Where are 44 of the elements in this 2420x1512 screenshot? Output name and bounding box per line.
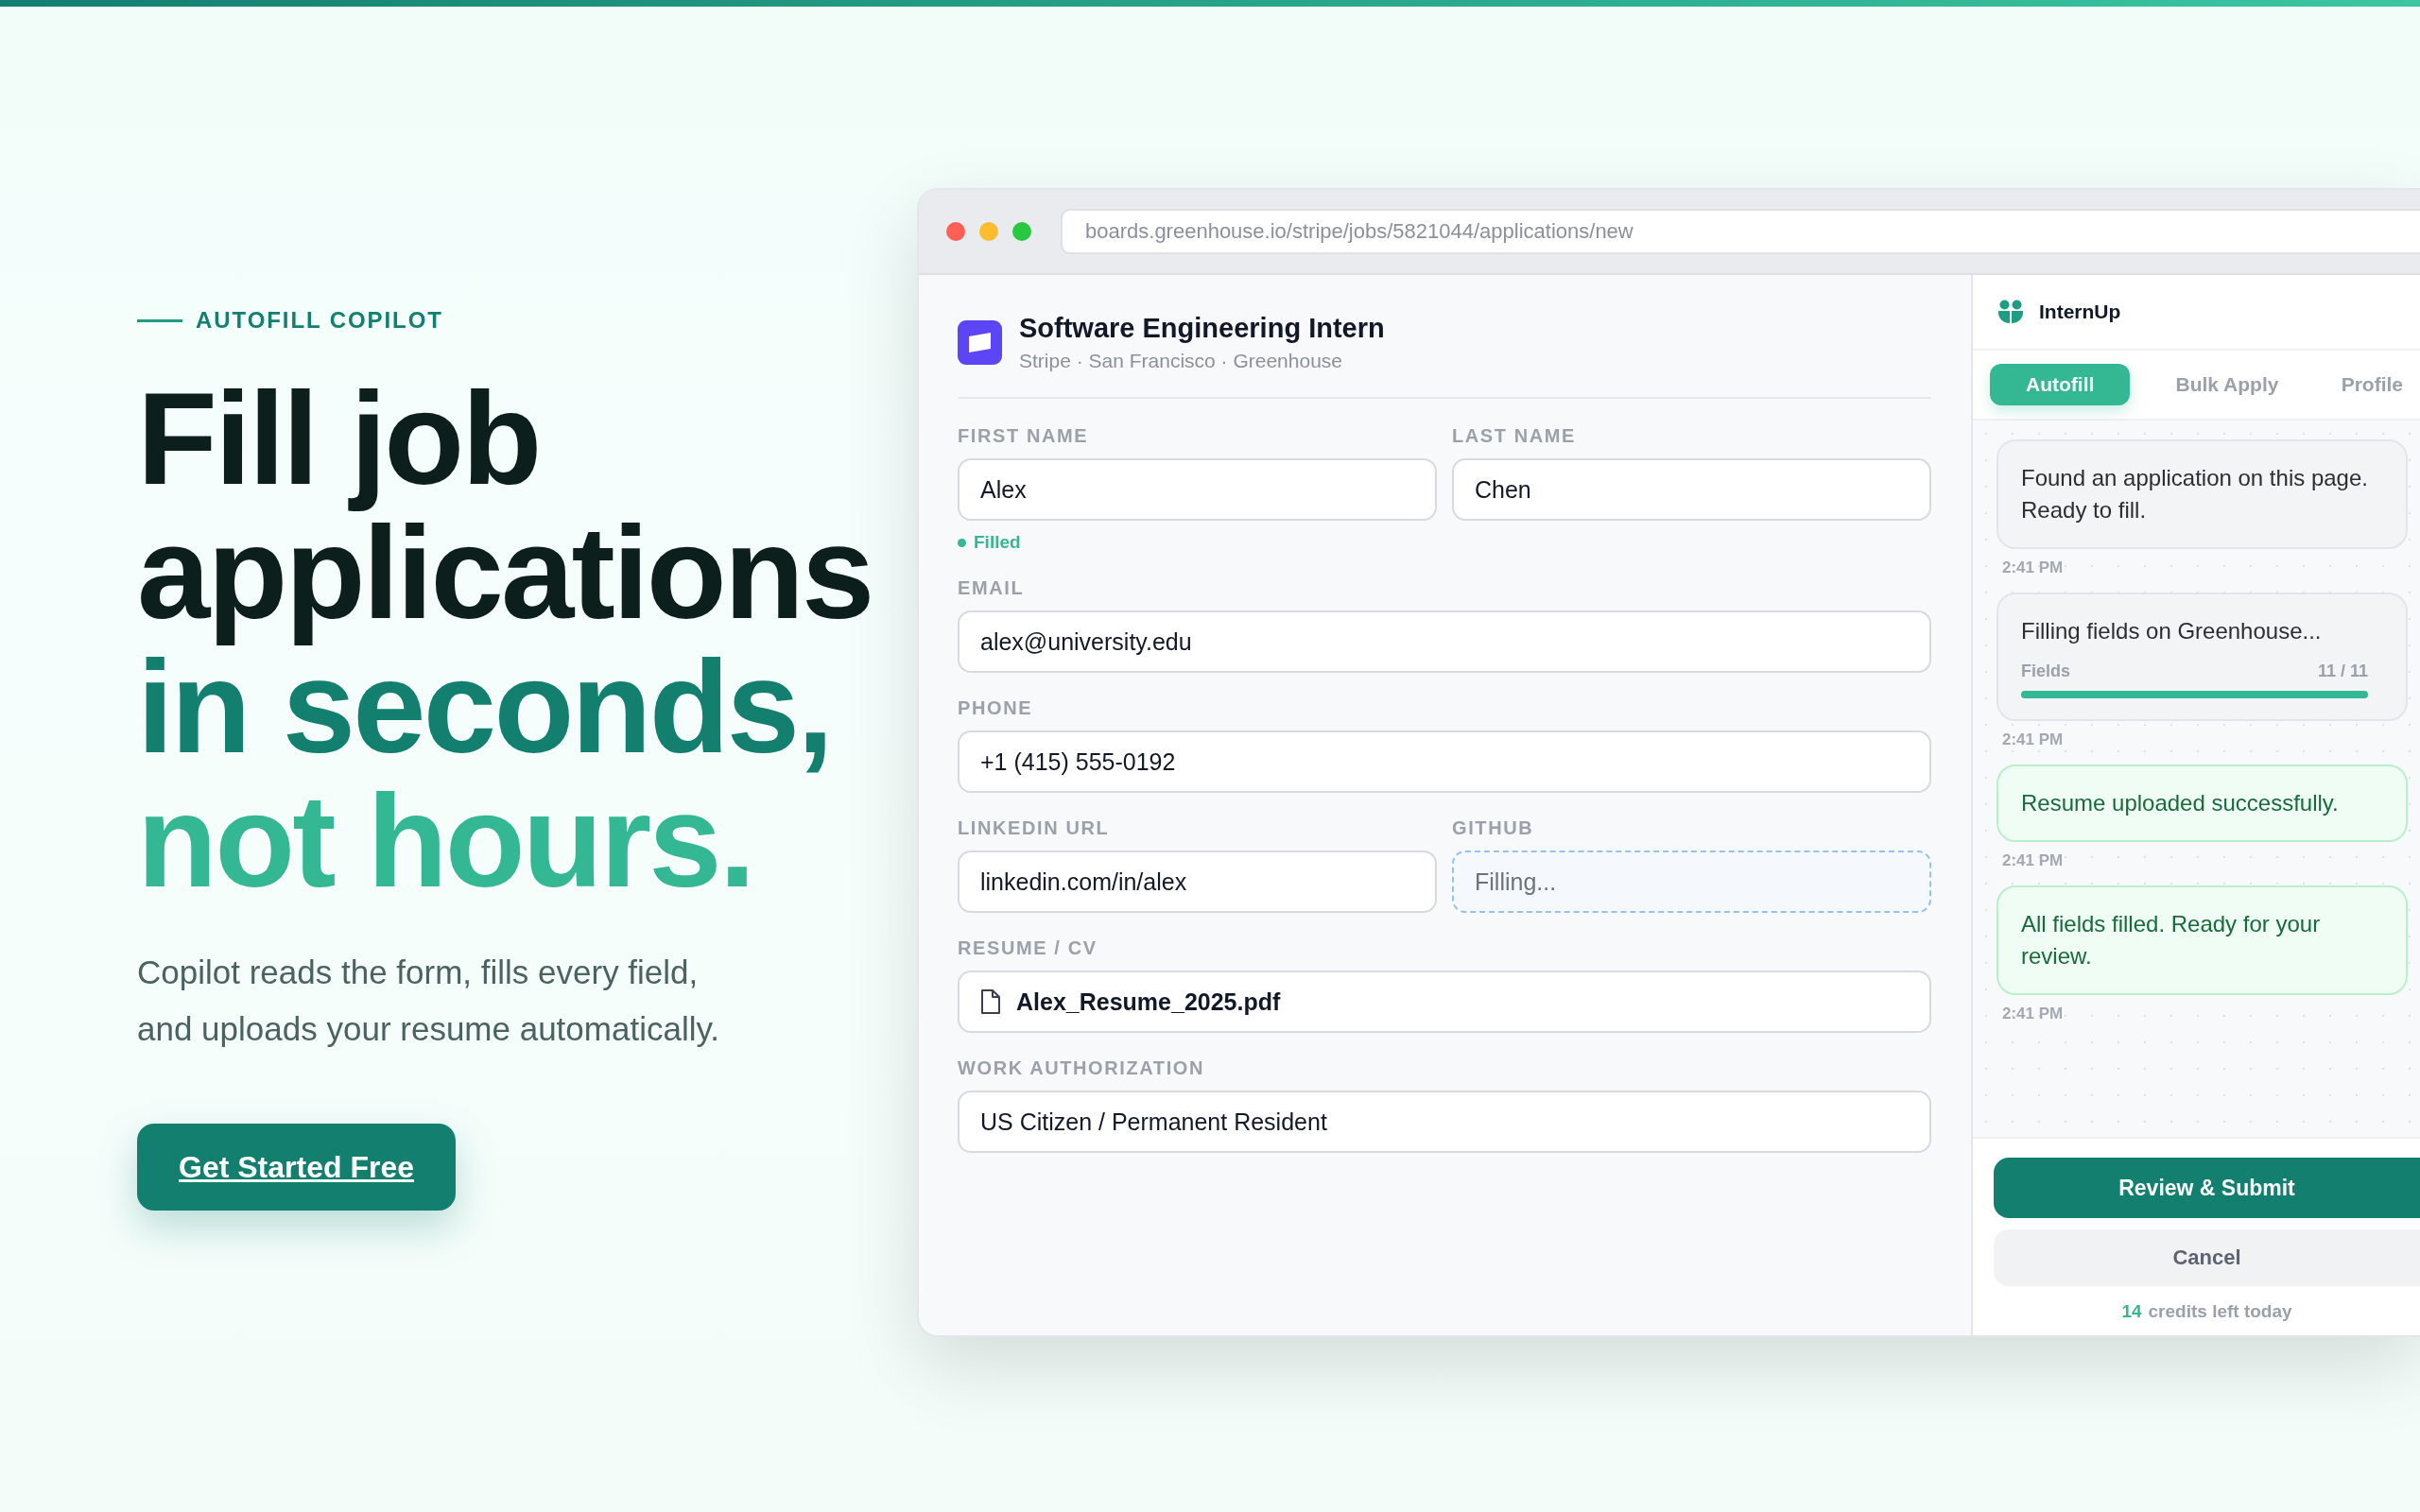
brand-name: InternUp — [2039, 301, 2121, 323]
people-logo-icon — [1997, 300, 2024, 324]
window-controls-icon[interactable] — [945, 221, 1032, 242]
hero-description: Copilot reads the form, fills every field, and uploads your resume automatically. — [137, 953, 721, 1049]
credits-count: 14 — [2121, 1301, 2142, 1322]
input-field[interactable]: alex@university.edu — [958, 610, 1931, 673]
filled-status: Filled — [974, 532, 1021, 553]
input-field[interactable]: Filling... — [1452, 850, 1931, 913]
cancel-button[interactable]: Cancel — [1994, 1229, 2420, 1286]
eyebrow-rule — [137, 318, 182, 322]
input-field[interactable]: +1 (415) 555-0192 — [958, 730, 1931, 793]
field-label: EMAIL — [958, 577, 1026, 599]
field-label: LAST NAME — [1452, 425, 1578, 447]
headline-line: not hours. — [137, 767, 753, 916]
eyebrow-text: AUTOFILL COPILOT — [196, 307, 443, 334]
field-label: PHONE — [958, 697, 1034, 719]
field-label: FIRST NAME — [958, 425, 1090, 447]
field-label: WORK AUTHORIZATION — [958, 1057, 1205, 1079]
job-title: Software Engineering Intern — [1019, 313, 1385, 344]
input-field[interactable]: US Citizen / Permanent Resident — [958, 1091, 1931, 1153]
success-message: Resume uploaded successfully. — [1996, 765, 2408, 842]
status-dot — [958, 538, 966, 547]
field-label: RESUME / CV — [958, 937, 1098, 959]
file-icon — [980, 988, 1001, 1015]
file-field[interactable]: Alex_Resume_2025.pdf — [958, 971, 1931, 1033]
info-message: Found an application on this page. Ready to fill. — [1996, 439, 2408, 549]
get-started-button[interactable]: Get Started Free — [137, 1124, 456, 1211]
review-submit-button[interactable]: Review & Submit — [1994, 1158, 2420, 1218]
message-time: 2:41 PM — [2002, 1005, 2065, 1023]
input-field[interactable]: linkedin.com/in/alex — [958, 850, 1437, 913]
credits-label: credits left today — [2148, 1301, 2292, 1322]
message-time: 2:41 PM — [2002, 558, 2065, 577]
success-message: All fields filled. Ready for your review. — [1996, 885, 2408, 995]
field-label: GITHUB — [1452, 817, 1535, 839]
job-subtitle: Stripe · San Francisco · Greenhouse — [1019, 350, 1343, 372]
message-time: 2:41 PM — [2002, 730, 2065, 749]
input-field[interactable]: Chen — [1452, 458, 1931, 521]
message-time: 2:41 PM — [2002, 851, 2065, 870]
field-label: LINKEDIN URL — [958, 817, 1111, 839]
progress-count: 11 / 11 — [2317, 661, 2368, 682]
input-field[interactable]: Alex — [958, 458, 1437, 521]
progress-label: Fields — [2021, 661, 2070, 682]
message-text: Filling fields on Greenhouse... — [2021, 617, 2323, 645]
company-logo-icon — [958, 320, 1002, 365]
